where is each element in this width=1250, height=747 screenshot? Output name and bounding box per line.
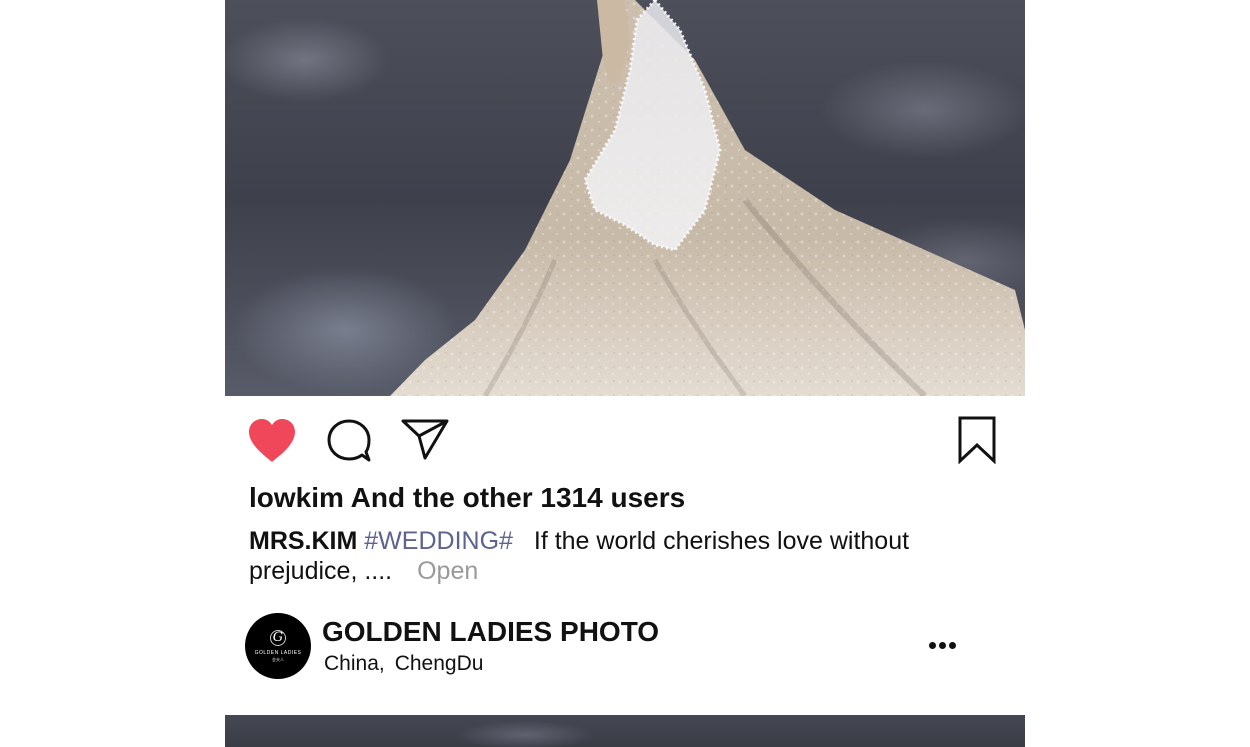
bookmark-icon [958, 416, 996, 464]
comment-bubble-icon [327, 419, 371, 462]
wedding-dress-illustration [390, 0, 1025, 396]
caption-username[interactable]: MRS.KIM [249, 527, 357, 555]
dot-icon [939, 642, 946, 649]
paper-plane-icon [401, 419, 449, 460]
caption-more-link[interactable]: Open [417, 557, 478, 585]
next-post-photo[interactable] [225, 715, 1025, 747]
location-city: ChengDu [394, 652, 484, 675]
share-button[interactable] [401, 418, 449, 460]
save-button[interactable] [958, 416, 996, 464]
avatar-logo-title: GOLDEN LADIES [254, 649, 302, 656]
location-country: China, [324, 652, 385, 675]
logo-monogram-icon: G [270, 629, 286, 646]
more-options-button[interactable] [927, 638, 957, 654]
caption-text-line1: If the world cherishes love without [533, 527, 910, 555]
post-photo[interactable] [225, 0, 1025, 396]
post-caption: MRS.KIM #WEDDING# If the world cherishes… [249, 526, 949, 586]
post-card: lowkim And the other 1314 users MRS.KIM … [225, 0, 1025, 747]
dot-icon [929, 642, 936, 649]
account-location[interactable]: China, ChengDu [324, 651, 483, 677]
heart-filled-icon [249, 419, 295, 462]
account-name[interactable]: GOLDEN LADIES PHOTO [322, 614, 659, 650]
caption-hashtag[interactable]: #WEDDING# [364, 527, 513, 555]
account-avatar[interactable]: G GOLDEN LADIES 金夫人 [245, 613, 311, 679]
comment-button[interactable] [326, 418, 372, 464]
caption-text-line2: prejudice, .... [249, 557, 393, 585]
dot-icon [949, 642, 956, 649]
avatar-logo-subtitle: 金夫人 [272, 656, 284, 662]
post-actions-bar [225, 396, 1025, 478]
like-button[interactable] [247, 418, 297, 464]
likes-summary[interactable]: lowkim And the other 1314 users [249, 480, 1009, 516]
